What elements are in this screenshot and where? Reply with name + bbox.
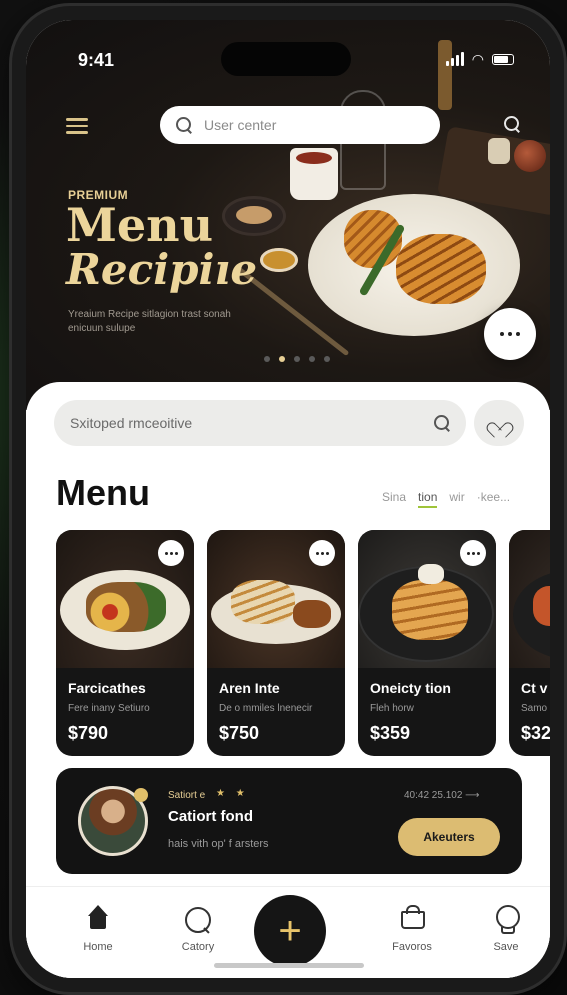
dish-description: Fere inany Setiuro <box>68 703 150 714</box>
save-icon <box>491 905 521 935</box>
grilled-chicken-image <box>396 234 486 304</box>
menu-card[interactable]: Ct v Samo $32 <box>509 530 550 756</box>
phone-frame: 9:41 ◠ User center PREMIUM Menu Recipiıe… <box>12 6 564 992</box>
banner-subtitle: hais vith op' f arsters <box>168 838 269 850</box>
star-icon: ★ ★ <box>216 788 249 799</box>
more-options-button[interactable] <box>484 308 536 360</box>
dish-description: Fleh horw <box>370 703 414 714</box>
bottom-tab-bar: Home Catory + Favoros Save <box>26 886 550 978</box>
banner-title: Catiort fond <box>168 808 253 825</box>
hero-description: Yreaium Recipe sitlagion trast sonah eni… <box>68 309 231 334</box>
signal-icon <box>445 52 464 66</box>
status-icons: ◠ <box>445 51 514 67</box>
hero-banner: 9:41 ◠ User center PREMIUM Menu Recipiıe… <box>26 20 550 410</box>
filter-tab[interactable]: wir <box>449 490 464 508</box>
dish-price: $790 <box>68 723 109 743</box>
food-shape <box>293 600 331 628</box>
dish-description: Samo <box>521 703 548 714</box>
status-bar: 9:41 ◠ <box>78 50 514 72</box>
carousel-dot-active[interactable] <box>279 356 285 362</box>
user-center-search[interactable]: User center <box>160 106 440 144</box>
carousel-dot[interactable] <box>324 356 330 362</box>
tab-label: Save <box>493 941 519 953</box>
chef-banner[interactable]: Satiort e ★ ★ Catiort fond hais vith op'… <box>56 768 522 874</box>
carousel-dot[interactable] <box>294 356 300 362</box>
tab-save[interactable]: Save <box>466 905 546 953</box>
search-placeholder: User center <box>204 117 277 133</box>
filter-tab-active[interactable]: tion <box>418 490 438 508</box>
dish-image <box>509 530 550 668</box>
food-shape <box>418 564 444 584</box>
search-icon <box>183 905 213 935</box>
status-badge <box>134 788 148 802</box>
carousel-dot[interactable] <box>309 356 315 362</box>
wifi-icon: ◠ <box>471 51 484 67</box>
card-more-button[interactable] <box>309 540 335 566</box>
home-indicator[interactable] <box>214 963 364 968</box>
food-shape <box>231 580 295 624</box>
dish-description: De o mmiles lnenecir <box>219 703 313 714</box>
tab-label: Favoros <box>392 941 432 953</box>
screen: 9:41 ◠ User center PREMIUM Menu Recipiıe… <box>26 20 550 978</box>
search-icon[interactable] <box>504 116 520 132</box>
filter-tabs: Sina tion wir ·kee... <box>382 490 510 508</box>
banner-timestamp: 40:42 25.102 ⟶ <box>404 790 480 801</box>
filter-tab[interactable]: Sina <box>382 490 406 508</box>
food-shape <box>533 586 550 626</box>
dish-price: $750 <box>219 723 260 743</box>
menu-card-carousel: Farcicathes Fere inany Setiuro $790 Aren… <box>56 530 550 758</box>
card-more-button[interactable] <box>460 540 486 566</box>
dish-name: Aren Inte <box>219 680 280 696</box>
dish-name: Farcicathes <box>68 680 146 696</box>
bowl-decoration <box>222 196 286 236</box>
tab-category[interactable]: Catory <box>158 905 238 953</box>
dish-price: $32 <box>521 723 550 743</box>
content-sheet: Sxitoped rmceoitive Menu Sina tion wir ·… <box>26 382 550 978</box>
menu-card[interactable]: Oneicty tion Fleh horw $359 <box>358 530 496 756</box>
home-icon <box>83 905 113 935</box>
tab-home[interactable]: Home <box>58 905 138 953</box>
apple-decoration <box>514 140 546 172</box>
banner-cta-button[interactable]: Akeuters <box>398 818 500 856</box>
hamburger-menu-icon[interactable] <box>66 118 88 134</box>
dish-name: Oneicty tion <box>370 680 451 696</box>
top-bar: User center <box>66 106 520 144</box>
search-icon <box>176 117 192 133</box>
filter-tab[interactable]: ·kee... <box>477 490 510 508</box>
menu-card[interactable]: Farcicathes Fere inany Setiuro $790 <box>56 530 194 756</box>
menu-search-text: Sxitoped rmceoitive <box>70 415 193 431</box>
menu-card[interactable]: Aren Inte De o mmiles lnenecir $750 <box>207 530 345 756</box>
tab-favors[interactable]: Favoros <box>372 905 452 953</box>
hero-title-line1: Menu <box>66 198 214 252</box>
carousel-dots[interactable] <box>264 356 330 362</box>
basket-icon <box>397 905 427 935</box>
food-shape <box>392 580 468 640</box>
banner-label: Satiort e <box>168 790 206 801</box>
section-title: Menu <box>56 472 150 513</box>
food-shape <box>86 582 166 632</box>
carousel-dot[interactable] <box>264 356 270 362</box>
sauce-dish-decoration <box>260 248 298 272</box>
battery-icon <box>492 53 514 65</box>
dish-name: Ct v <box>521 680 548 696</box>
add-button[interactable]: + <box>254 895 326 967</box>
tab-label: Catory <box>181 941 215 953</box>
sauce-cup-decoration <box>290 148 338 200</box>
menu-search-input[interactable]: Sxitoped rmceoitive <box>54 400 466 446</box>
tab-label: Home <box>83 941 113 953</box>
favorite-button[interactable] <box>474 400 524 446</box>
heart-icon <box>491 416 507 430</box>
card-more-button[interactable] <box>158 540 184 566</box>
hero-title-line2: Recipiıe <box>66 245 258 294</box>
status-time: 9:41 <box>78 50 115 70</box>
search-icon <box>434 415 450 431</box>
dish-price: $359 <box>370 723 411 743</box>
